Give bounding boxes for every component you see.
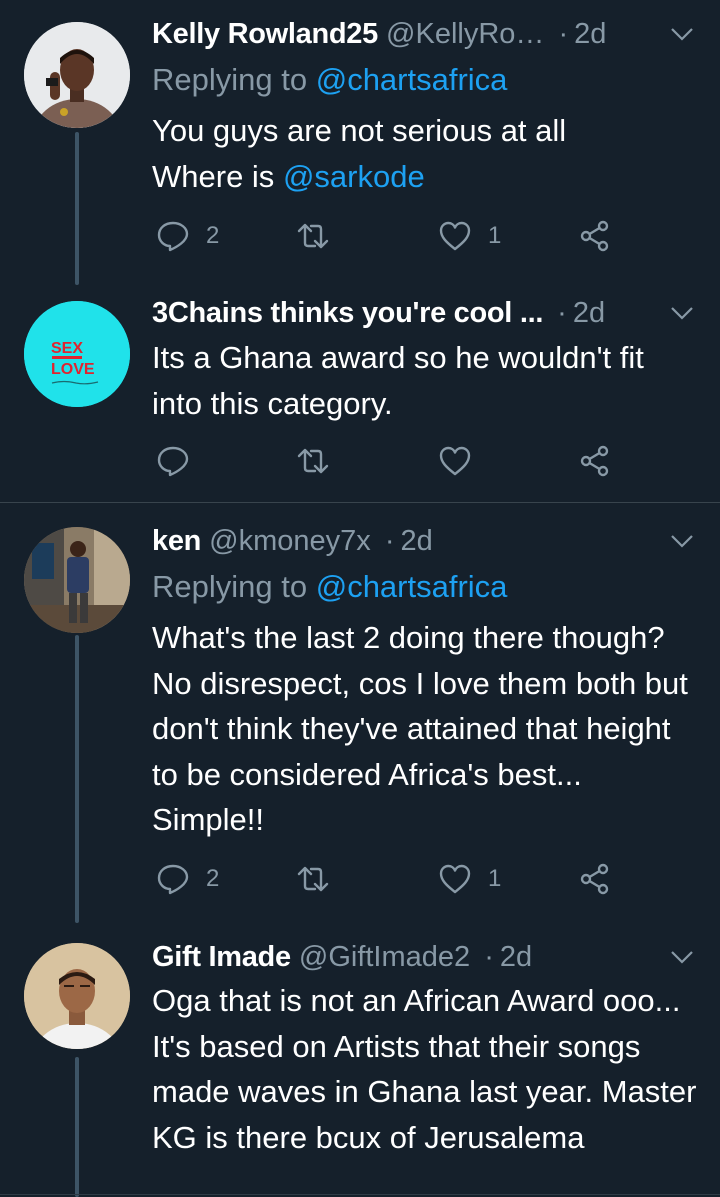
like-count: 1 (488, 222, 502, 249)
tweet-text-line: Where is @sarkode (152, 154, 700, 200)
timestamp[interactable]: 2d (573, 297, 605, 329)
tweet-text: Oga that is not an African Award ooo... … (152, 983, 697, 1155)
bottom-edge (0, 1194, 720, 1195)
retweet-button[interactable] (296, 441, 346, 481)
display-name[interactable]: 3Chains thinks you're cool ... (152, 297, 543, 329)
avatar-logo-text: LOVE (51, 361, 95, 378)
tweet-ken[interactable]: ken @kmoney7x · 2d Replying to @chartsafr… (0, 503, 720, 923)
heart-icon (439, 446, 471, 476)
mention-link[interactable]: @chartsafrica (316, 569, 508, 604)
chevron-down-icon[interactable] (670, 529, 694, 553)
tweet-header: Kelly Rowland25 @KellyRo… · 2d (152, 14, 696, 54)
replying-label: Replying to (152, 569, 308, 604)
share-icon (580, 863, 609, 895)
reply-count: 2 (206, 865, 220, 892)
thread-line (75, 1057, 79, 1197)
tweet-text: You guys are not serious at all Where is… (152, 108, 700, 199)
like-button[interactable]: 1 (438, 216, 501, 256)
reply-button[interactable]: 2 (156, 216, 219, 256)
share-icon (580, 445, 609, 477)
reply-icon (157, 864, 189, 895)
like-button[interactable] (438, 441, 488, 481)
timestamp[interactable]: 2d (401, 525, 433, 557)
tweet-gift-imade[interactable]: Gift Imade @GiftImade2 · 2d Oga that is n… (0, 923, 720, 1197)
mention-link[interactable]: @sarkode (283, 159, 425, 194)
chevron-down-icon[interactable] (670, 22, 694, 46)
tweet-feed: Kelly Rowland25 @KellyRo… · 2d Replying t… (0, 0, 720, 1197)
reply-button[interactable]: 2 (156, 859, 219, 899)
display-name[interactable]: Kelly Rowland25 (152, 18, 378, 50)
retweet-button[interactable] (296, 216, 346, 256)
chevron-down-icon[interactable] (670, 301, 694, 325)
reply-button[interactable] (156, 441, 206, 481)
avatar[interactable] (24, 22, 130, 128)
reply-count: 2 (206, 222, 220, 249)
timestamp[interactable]: 2d (574, 18, 606, 50)
tweet-header: 3Chains thinks you're cool ... · 2d (152, 293, 696, 333)
thread-line (75, 132, 79, 285)
reply-icon (157, 221, 189, 252)
user-handle[interactable]: @KellyRo… (386, 18, 544, 50)
tweet-text-fragment: Where is (152, 158, 275, 194)
tweet-actions (152, 441, 622, 481)
share-button[interactable] (578, 216, 612, 256)
replying-to: Replying to @chartsafrica (152, 57, 507, 103)
separator-dot: · (558, 18, 569, 50)
heart-icon (439, 221, 471, 251)
reply-icon (157, 446, 189, 477)
chevron-down-icon[interactable] (670, 945, 694, 969)
tweet-actions: 2 1 (152, 859, 622, 899)
retweet-button[interactable] (296, 859, 346, 899)
avatar[interactable] (24, 527, 130, 633)
tweet-3chains[interactable]: SEX LOVE 3Chains thinks you're cool ... … (0, 285, 720, 503)
retweet-icon (297, 223, 329, 249)
tweet-header: ken @kmoney7x · 2d (152, 521, 696, 561)
share-button[interactable] (578, 859, 612, 899)
heart-icon (439, 864, 471, 894)
thread-line (75, 635, 79, 923)
tweet-header: Gift Imade @GiftImade2 · 2d (152, 937, 696, 977)
avatar-logo-text: SEX (51, 340, 83, 357)
separator-dot: · (557, 297, 567, 329)
tweet-kelly[interactable]: Kelly Rowland25 @KellyRo… · 2d Replying t… (0, 0, 720, 285)
tweet-text: Its a Ghana award so he wouldn't fit int… (152, 340, 644, 421)
separator-dot: · (384, 525, 395, 557)
share-icon (580, 220, 609, 252)
tweet-text: What's the last 2 doing there though? No… (152, 620, 688, 837)
retweet-icon (297, 866, 329, 892)
timestamp[interactable]: 2d (500, 941, 532, 973)
avatar[interactable]: SEX LOVE (24, 301, 130, 407)
mention-link[interactable]: @chartsafrica (316, 62, 508, 97)
tweet-text-line: You guys are not serious at all (152, 113, 567, 148)
like-button[interactable]: 1 (438, 859, 501, 899)
display-name[interactable]: Gift Imade (152, 941, 291, 973)
replying-to: Replying to @chartsafrica (152, 564, 507, 610)
replying-label: Replying to (152, 62, 308, 97)
user-handle[interactable]: @GiftImade2 (299, 941, 470, 973)
display-name[interactable]: ken (152, 525, 201, 557)
like-count: 1 (488, 865, 502, 892)
retweet-icon (297, 448, 329, 474)
user-handle[interactable]: @kmoney7x (209, 525, 371, 557)
avatar[interactable] (24, 943, 130, 1049)
separator-dot: · (484, 941, 494, 973)
share-button[interactable] (578, 441, 612, 481)
tweet-actions: 2 1 (152, 216, 622, 256)
